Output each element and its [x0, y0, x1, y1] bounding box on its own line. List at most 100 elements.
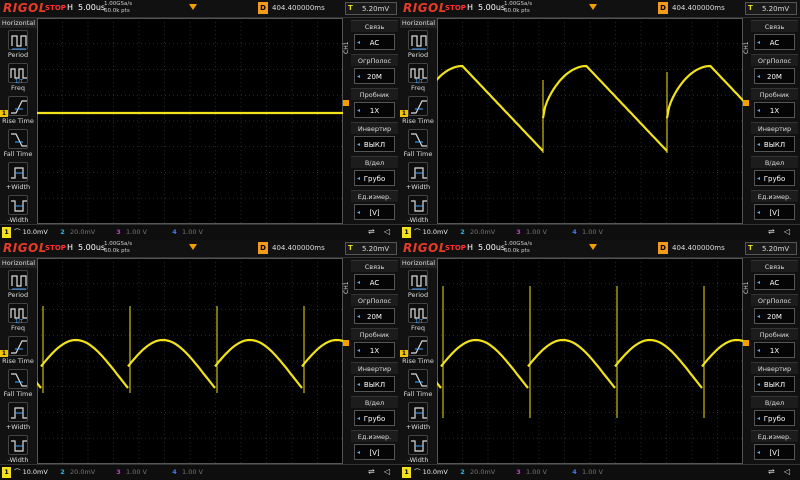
- speaker-icon[interactable]: ◁: [784, 227, 790, 236]
- channel-menu-value[interactable]: ◂ ВЫКЛ: [354, 376, 395, 392]
- measure-fall-timebutton[interactable]: Fall Time: [403, 369, 433, 403]
- channel-menu-item[interactable]: В/дел ◂ Грубо: [351, 156, 398, 188]
- channel-menu-value[interactable]: ◂ 20M: [354, 68, 395, 84]
- channel-menu-item[interactable]: ОгрПолос ◂ 20M: [751, 54, 798, 86]
- run-state[interactable]: STOP: [445, 4, 466, 12]
- trigger-level-marker[interactable]: [343, 340, 349, 346]
- channel-menu-item[interactable]: В/дел ◂ Грубо: [751, 156, 798, 188]
- measure-periodbutton[interactable]: Period: [3, 270, 33, 304]
- channel-menu-item[interactable]: В/дел ◂ Грубо: [351, 396, 398, 428]
- channel-menu-item[interactable]: В/дел ◂ Грубо: [751, 396, 798, 428]
- measure--widthbutton[interactable]: +Width: [403, 402, 433, 436]
- channel-4-status[interactable]: 4 1.00 V: [170, 467, 203, 478]
- channel-menu-value[interactable]: ◂ Грубо: [754, 410, 795, 426]
- delay-value[interactable]: 404.400000ms: [672, 4, 725, 12]
- trigger-level-marker[interactable]: [743, 340, 749, 346]
- channel-menu-value[interactable]: ◂ Грубо: [754, 170, 795, 186]
- measure-freqbutton[interactable]: 1/T Freq: [403, 63, 433, 97]
- channel-tab[interactable]: CH1: [343, 28, 351, 68]
- channel-menu-value[interactable]: ◂ Грубо: [354, 170, 395, 186]
- channel-menu-value[interactable]: ◂ AC: [354, 34, 395, 50]
- channel-menu-value[interactable]: ◂ ВЫКЛ: [754, 136, 795, 152]
- channel-3-status[interactable]: 3 1.00 V: [514, 227, 547, 238]
- channel-menu-item[interactable]: ОгрПолос ◂ 20M: [351, 54, 398, 86]
- channel-4-status[interactable]: 4 1.00 V: [170, 227, 203, 238]
- channel-2-status[interactable]: 2 20.0mV: [458, 467, 495, 478]
- timebase-value[interactable]: 5.00us: [78, 243, 105, 252]
- channel-menu-value[interactable]: ◂ [V]: [354, 204, 395, 220]
- channel-menu-item[interactable]: Инвертир ◂ ВЫКЛ: [351, 362, 398, 394]
- channel-1-status[interactable]: 1 ⌒ 10.0mV: [2, 467, 48, 478]
- channel-menu-item[interactable]: Пробник ◂ 1X: [751, 328, 798, 360]
- channel-2-status[interactable]: 2 20.0mV: [458, 227, 495, 238]
- timebase-value[interactable]: 5.00us: [478, 243, 505, 252]
- measure-freqbutton[interactable]: 1/T Freq: [403, 303, 433, 337]
- measure-fall-timebutton[interactable]: Fall Time: [3, 129, 33, 163]
- trigger-position-icon[interactable]: [189, 244, 197, 250]
- trigger-box[interactable]: T 5.20mV: [745, 242, 797, 255]
- channel-menu-value[interactable]: ◂ AC: [754, 274, 795, 290]
- channel-menu-item[interactable]: Ед.измер. ◂ [V]: [351, 430, 398, 462]
- trigger-box[interactable]: T 5.20mV: [345, 2, 397, 15]
- timebase-value[interactable]: 5.00us: [78, 3, 105, 12]
- channel-menu-value[interactable]: ◂ 20M: [754, 68, 795, 84]
- channel-menu-value[interactable]: ◂ [V]: [754, 204, 795, 220]
- channel-menu-value[interactable]: ◂ 20M: [354, 308, 395, 324]
- measure-freqbutton[interactable]: 1/T Freq: [3, 63, 33, 97]
- ch1-offset-marker[interactable]: 1: [0, 110, 8, 117]
- channel-menu-value[interactable]: ◂ 1X: [754, 102, 795, 118]
- channel-1-status[interactable]: 1 ⌒ 10.0mV: [402, 227, 448, 238]
- trigger-level-marker[interactable]: [743, 100, 749, 106]
- channel-1-status[interactable]: 1 ⌒ 10.0mV: [402, 467, 448, 478]
- channel-menu-item[interactable]: Ед.измер. ◂ [V]: [751, 190, 798, 222]
- channel-menu-item[interactable]: ОгрПолос ◂ 20M: [351, 294, 398, 326]
- measure--widthbutton[interactable]: +Width: [3, 162, 33, 196]
- measure-freqbutton[interactable]: 1/T Freq: [3, 303, 33, 337]
- channel-2-status[interactable]: 2 20.0mV: [58, 227, 95, 238]
- trigger-position-icon[interactable]: [589, 4, 597, 10]
- channel-menu-value[interactable]: ◂ ВЫКЛ: [754, 376, 795, 392]
- ch1-offset-marker[interactable]: 1: [400, 110, 408, 117]
- channel-menu-item[interactable]: Ед.измер. ◂ [V]: [351, 190, 398, 222]
- channel-menu-value[interactable]: ◂ [V]: [754, 444, 795, 460]
- channel-menu-value[interactable]: ◂ AC: [354, 274, 395, 290]
- trigger-position-icon[interactable]: [189, 4, 197, 10]
- timebase-value[interactable]: 5.00us: [478, 3, 505, 12]
- ch1-offset-marker[interactable]: 1: [400, 350, 408, 357]
- channel-menu-item[interactable]: Связь ◂ AC: [751, 20, 798, 52]
- channel-menu-value[interactable]: ◂ Грубо: [354, 410, 395, 426]
- speaker-icon[interactable]: ◁: [784, 467, 790, 476]
- measure-periodbutton[interactable]: Period: [403, 30, 433, 64]
- speaker-icon[interactable]: ◁: [384, 227, 390, 236]
- run-state[interactable]: STOP: [445, 244, 466, 252]
- channel-menu-item[interactable]: Пробник ◂ 1X: [751, 88, 798, 120]
- delay-value[interactable]: 404.400000ms: [672, 244, 725, 252]
- channel-3-status[interactable]: 3 1.00 V: [114, 467, 147, 478]
- channel-menu-value[interactable]: ◂ 1X: [754, 342, 795, 358]
- channel-menu-item[interactable]: Связь ◂ AC: [351, 260, 398, 292]
- channel-4-status[interactable]: 4 1.00 V: [570, 227, 603, 238]
- channel-menu-item[interactable]: Ед.измер. ◂ [V]: [751, 430, 798, 462]
- run-state[interactable]: STOP: [45, 4, 66, 12]
- channel-menu-value[interactable]: ◂ 1X: [354, 342, 395, 358]
- channel-menu-value[interactable]: ◂ AC: [754, 34, 795, 50]
- delay-value[interactable]: 404.400000ms: [272, 4, 325, 12]
- trigger-box[interactable]: T 5.20mV: [745, 2, 797, 15]
- channel-tab[interactable]: CH1: [343, 268, 351, 308]
- channel-menu-item[interactable]: Связь ◂ AC: [751, 260, 798, 292]
- channel-3-status[interactable]: 3 1.00 V: [114, 227, 147, 238]
- channel-menu-item[interactable]: Пробник ◂ 1X: [351, 88, 398, 120]
- channel-tab[interactable]: CH1: [743, 268, 751, 308]
- trigger-position-icon[interactable]: [589, 244, 597, 250]
- channel-4-status[interactable]: 4 1.00 V: [570, 467, 603, 478]
- channel-menu-item[interactable]: Пробник ◂ 1X: [351, 328, 398, 360]
- channel-menu-value[interactable]: ◂ 20M: [754, 308, 795, 324]
- measure--widthbutton[interactable]: +Width: [3, 402, 33, 436]
- channel-menu-value[interactable]: ◂ [V]: [354, 444, 395, 460]
- run-state[interactable]: STOP: [45, 244, 66, 252]
- trigger-level-marker[interactable]: [343, 100, 349, 106]
- channel-1-status[interactable]: 1 ⌒ 10.0mV: [2, 227, 48, 238]
- channel-menu-item[interactable]: Связь ◂ AC: [351, 20, 398, 52]
- channel-menu-item[interactable]: Инвертир ◂ ВЫКЛ: [751, 122, 798, 154]
- ch1-offset-marker[interactable]: 1: [0, 350, 8, 357]
